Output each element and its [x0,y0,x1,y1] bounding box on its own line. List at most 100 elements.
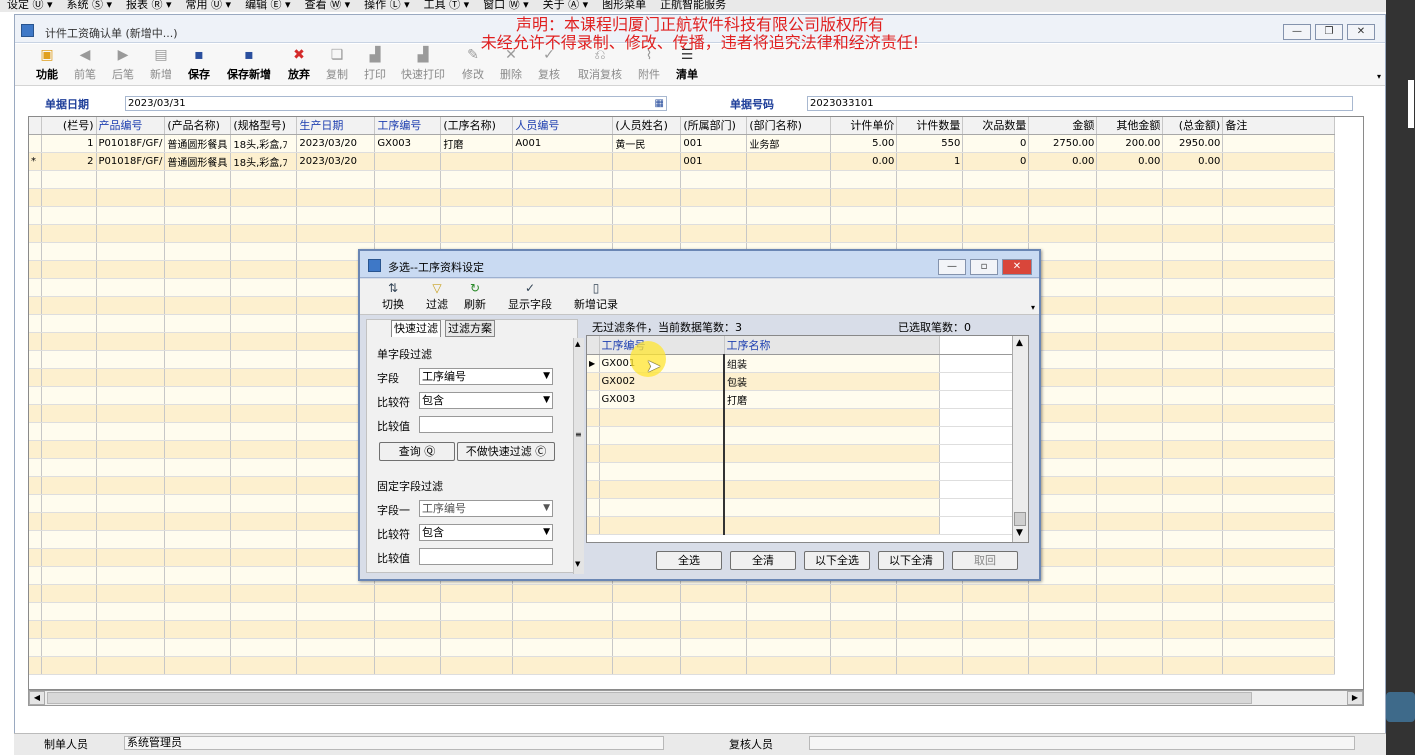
grid-cell[interactable] [96,584,166,603]
scroll-thumb[interactable] [47,692,1252,704]
grid-cell[interactable] [612,602,682,621]
grid-cell[interactable] [512,206,614,225]
grid-cell[interactable] [230,296,298,315]
grid-cell[interactable] [1028,188,1098,207]
grid-cell[interactable] [230,278,298,297]
grid-cell[interactable] [1222,242,1336,261]
grid-cell[interactable] [1162,656,1224,675]
grid-cell[interactable] [680,188,748,207]
grid-cell[interactable]: 2023/03/20 [296,152,376,171]
save-new-button[interactable]: ▪ 保存新增 [223,47,275,83]
grid-cell[interactable] [612,188,682,207]
grid-cell[interactable] [1222,638,1336,657]
calendar-icon[interactable]: ▦ [655,97,664,110]
grid-cell[interactable] [41,620,97,639]
select-all-button[interactable]: 全选 [656,551,722,570]
list-column-header[interactable]: 工序名称 [724,336,940,355]
grid-cell[interactable] [374,638,442,657]
grid-cell[interactable] [164,206,232,225]
clear-all-button[interactable]: 全清 [730,551,796,570]
grid-cell[interactable] [896,584,964,603]
grid-cell[interactable] [1222,566,1336,585]
grid-cell[interactable] [1096,296,1164,315]
grid-cell[interactable] [612,656,682,675]
grid-cell[interactable] [96,332,166,351]
grid-cell[interactable] [896,602,964,621]
grid-cell[interactable] [41,530,97,549]
list-item[interactable] [587,480,1014,499]
grid-cell[interactable] [1096,314,1164,333]
grid-cell[interactable]: 普通圆形餐具 [164,134,232,153]
grid-cell[interactable] [96,260,166,279]
grid-cell[interactable] [896,170,964,189]
grid-cell[interactable] [1222,224,1336,243]
grid-row[interactable] [29,602,1336,621]
grid-column-header[interactable]: (栏号) [41,117,97,135]
grid-cell[interactable] [1162,332,1224,351]
grid-cell[interactable] [1096,530,1164,549]
grid-cell[interactable] [1222,332,1336,351]
grid-cell[interactable] [41,566,97,585]
grid-cell[interactable] [1096,566,1164,585]
grid-column-header[interactable]: 产品编号 [96,117,166,135]
grid-cell[interactable] [1222,206,1336,225]
grid-cell[interactable] [512,620,614,639]
grid-cell[interactable] [296,206,376,225]
grid-cell[interactable] [41,188,97,207]
grid-cell[interactable] [1096,332,1164,351]
grid-cell[interactable] [746,620,832,639]
grid-cell[interactable] [96,548,166,567]
grid-cell[interactable] [746,152,832,171]
menu-item[interactable]: 编辑 Ⓔ ▾ [245,0,291,10]
grid-cell[interactable] [680,638,748,657]
list-cell[interactable] [724,408,940,427]
grid-cell[interactable] [440,224,514,243]
scroll-right-icon[interactable]: ▶ [1347,691,1363,705]
grid-cell[interactable] [230,494,298,513]
grid-cell[interactable] [512,188,614,207]
grid-cell[interactable] [1096,548,1164,567]
grid-cell[interactable] [1162,422,1224,441]
grid-cell[interactable] [896,656,964,675]
grid-cell[interactable] [1096,458,1164,477]
grid-cell[interactable] [962,584,1030,603]
grid-cell[interactable] [41,278,97,297]
grid-cell[interactable] [41,458,97,477]
grid-cell[interactable] [1222,494,1336,513]
grid-column-header[interactable]: (所属部门) [680,117,748,135]
grid-cell[interactable] [1162,260,1224,279]
save-button[interactable]: ▪ 保存 [185,47,213,83]
grid-cell[interactable] [164,386,232,405]
grid-cell[interactable] [296,656,376,675]
grid-cell[interactable] [830,206,898,225]
grid-cell[interactable] [164,494,232,513]
tab-quick-filter[interactable]: 快速过滤 [391,320,441,337]
grid-column-header[interactable]: 其他金额 [1096,117,1164,135]
grid-cell[interactable] [164,296,232,315]
grid-cell[interactable] [1096,422,1164,441]
grid-cell[interactable] [41,368,97,387]
grid-cell[interactable] [41,296,97,315]
grid-cell[interactable] [1096,278,1164,297]
grid-cell[interactable]: 打磨 [440,134,514,153]
select-below-button[interactable]: 以下全选 [804,551,870,570]
show-fields-button[interactable]: ✓ 显示字段 [506,281,554,312]
grid-cell[interactable] [512,152,614,171]
grid-cell[interactable] [164,638,232,657]
value-input[interactable] [419,416,553,433]
grid-cell[interactable] [164,224,232,243]
grid-cell[interactable] [296,188,376,207]
list-cell[interactable]: GX003 [599,390,725,409]
grid-cell[interactable] [96,206,166,225]
menu-item[interactable]: 正航智能服务 [660,0,726,10]
grid-cell[interactable] [230,332,298,351]
dialog-close-button[interactable]: ✕ [1002,259,1032,275]
grid-cell[interactable] [512,170,614,189]
grid-cell[interactable] [746,638,832,657]
grid-cell[interactable] [612,638,682,657]
grid-cell[interactable] [1162,602,1224,621]
grid-cell[interactable] [1162,278,1224,297]
grid-cell[interactable] [41,476,97,495]
horizontal-scrollbar[interactable]: ◀ ▶ [28,690,1364,706]
grid-cell[interactable] [962,224,1030,243]
